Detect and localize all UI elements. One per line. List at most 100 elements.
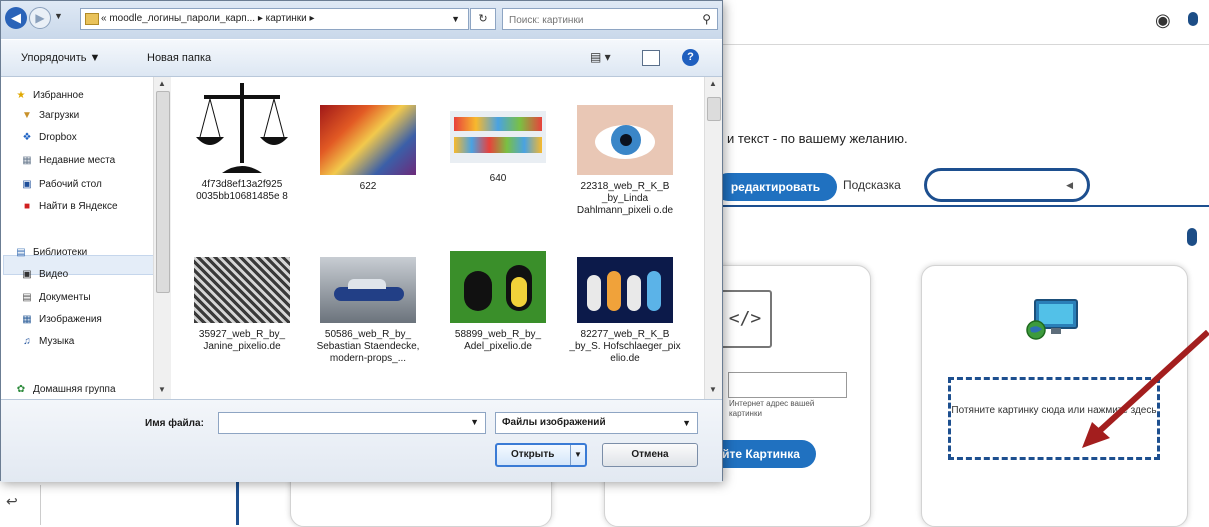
preview-pane-icon[interactable] [642, 50, 660, 66]
menu-indicator [1188, 12, 1198, 26]
address-dropdown-icon[interactable]: ▼ [451, 9, 460, 29]
nav-favorites[interactable]: ★ Избранное [15, 90, 84, 101]
hint-label: Подсказка [843, 178, 901, 192]
section-divider [720, 205, 1209, 207]
desktop-icon: ▣ [22, 179, 32, 190]
nav-item-dropbox[interactable]: ❖ Dropbox [21, 132, 77, 143]
file-item[interactable]: 22318_web_R_K_B _by_Linda Dahlmann_pixel… [566, 105, 684, 217]
camera-icon[interactable]: ◉ [1155, 10, 1171, 31]
filetype-value: Файлы изображений [502, 417, 606, 428]
file-open-dialog: ◀ ▶ ▼ « moodle_логины_пароли_карп... ▸ к… [0, 0, 723, 482]
file-item[interactable]: 4f73d8ef13a2f925 0035bb10681485e 8 [183, 79, 301, 203]
nav-item-downloads[interactable]: ▼ Загрузки [21, 110, 79, 121]
header-divider [720, 44, 1209, 45]
nav-libraries[interactable]: ▤ Библиотеки [15, 247, 87, 258]
file-name: 4f73d8ef13a2f925 0035bb10681485e 8 [196, 179, 288, 202]
downloads-icon: ▼ [22, 110, 32, 121]
file-item[interactable]: 622 [309, 105, 427, 193]
file-name: 622 [359, 181, 377, 192]
nav-label: Недавние места [39, 155, 116, 166]
open-button[interactable]: Открыть ▼ [495, 443, 587, 467]
file-list-scrollbar[interactable]: ▲ ▼ [704, 77, 722, 399]
open-options-icon[interactable]: ▼ [570, 445, 585, 465]
nav-item-documents[interactable]: ▤ Документы [21, 292, 90, 303]
edit-button[interactable]: редактировать [714, 173, 837, 201]
nav-label: Музыка [39, 336, 75, 347]
filename-label: Имя файла: [145, 418, 204, 429]
filename-dropdown-icon[interactable]: ▼ [470, 417, 479, 427]
nav-label: Домашняя группа [33, 384, 116, 395]
help-icon[interactable]: ? [682, 49, 699, 66]
nav-item-desktop[interactable]: ▣ Рабочий стол [21, 179, 102, 190]
file-name: 22318_web_R_K_B _by_Linda Dahlmann_pixel… [576, 181, 674, 216]
folder-icon [85, 13, 99, 25]
file-name: 35927_web_R_by_ Janine_pixelio.de [198, 329, 286, 352]
scroll-up-icon[interactable]: ▲ [158, 79, 166, 88]
nav-label: Избранное [33, 90, 84, 101]
search-input[interactable] [507, 11, 691, 29]
music-icon: ♫ [23, 336, 31, 347]
file-item[interactable]: 35927_web_R_by_ Janine_pixelio.de [183, 257, 301, 353]
nav-label: Dropbox [39, 132, 77, 143]
fence-thumbnail [194, 257, 290, 323]
scroll-up-icon[interactable]: ▲ [709, 79, 717, 88]
nav-item-music[interactable]: ♫ Музыка [21, 336, 74, 347]
yandex-icon: ■ [23, 201, 31, 212]
forward-arrow-icon[interactable]: ▶ [29, 7, 51, 29]
image-url-input[interactable] [728, 372, 847, 398]
file-item[interactable]: 50586_web_R_by_ Sebastian Staendecke, mo… [309, 257, 427, 365]
nav-item-video[interactable]: ▣ Видео [21, 269, 68, 280]
dropdown-arrow-icon: ◀ [1066, 180, 1073, 190]
file-list: 4f73d8ef13a2f925 0035bb10681485e 8 622 6… [171, 77, 703, 399]
address-bar[interactable]: « moodle_логины_пароли_карп... ▸ картинк… [80, 8, 469, 30]
left-panel-stub: ↩ [0, 485, 41, 525]
recent-places-icon: ▦ [22, 155, 32, 166]
address-bar-row: ◀ ▶ ▼ « moodle_логины_пароли_карп... ▸ к… [1, 1, 722, 39]
images-icon: ▦ [22, 314, 32, 325]
figures-thumbnail [577, 257, 673, 323]
dropbox-icon: ❖ [22, 132, 32, 143]
nav-item-images[interactable]: ▦ Изображения [21, 314, 102, 325]
left-accent-line [236, 480, 239, 525]
file-name: 82277_web_R_K_B _by_S. Hofschlaeger_pix … [569, 329, 681, 364]
eye-thumbnail [577, 105, 673, 175]
file-item[interactable]: 58899_web_R_by_ Adel_pixelio.de [439, 251, 557, 353]
view-options-icon[interactable]: ▤ ▾ [590, 50, 611, 64]
cancel-button[interactable]: Отмена [602, 443, 698, 467]
back-arrow-icon[interactable]: ◀ [5, 7, 27, 29]
organize-button[interactable]: Упорядочить ▼ [21, 52, 100, 64]
code-icon: </> [718, 290, 772, 348]
history-dropdown-icon[interactable]: ▼ [54, 11, 63, 21]
scroll-down-icon[interactable]: ▼ [709, 385, 717, 394]
return-icon: ↩ [6, 493, 18, 509]
nav-label: Видео [39, 269, 69, 280]
file-item[interactable]: 640 [439, 105, 557, 185]
nav-item-yandex[interactable]: ■ Найти в Яндексе [21, 201, 118, 212]
scroll-down-icon[interactable]: ▼ [158, 385, 166, 394]
nav-label: Рабочий стол [39, 179, 102, 190]
refresh-icon[interactable]: ↻ [470, 8, 496, 30]
dialog-footer: Имя файла: ▼ Файлы изображений ▼ Открыть… [1, 399, 722, 482]
nav-scroll-thumb[interactable] [156, 91, 170, 293]
filename-input[interactable]: ▼ [218, 412, 486, 434]
nav-scrollbar[interactable]: ▲ ▼ [153, 77, 171, 399]
intro-text: и текст - по вашему желанию. [727, 131, 908, 146]
hint-input[interactable]: ◀ [924, 168, 1090, 202]
nav-item-recent[interactable]: ▦ Недавние места [21, 155, 115, 166]
colorful-scene-thumbnail [320, 105, 416, 175]
new-folder-button[interactable]: Новая папка [147, 52, 211, 64]
file-item[interactable]: 82277_web_R_K_B _by_S. Hofschlaeger_pix … [566, 257, 684, 365]
penguins-thumbnail [450, 251, 546, 323]
navigation-pane: ★ Избранное ▼ Загрузки ❖ Dropbox ▦ Недавние … [1, 77, 171, 399]
search-icon[interactable]: ⚲ [702, 12, 711, 26]
monitor-globe-icon [1026, 299, 1078, 340]
pointer-arrow [1082, 330, 1209, 448]
side-indicator [1187, 228, 1197, 246]
nav-label: Загрузки [39, 110, 80, 121]
file-scroll-thumb[interactable] [707, 97, 721, 121]
filetype-select[interactable]: Файлы изображений ▼ [495, 412, 698, 434]
nav-label: Найти в Яндексе [39, 201, 118, 212]
search-box[interactable]: ⚲ [502, 8, 718, 30]
file-name: 640 [489, 173, 507, 184]
nav-homegroup[interactable]: ✿ Домашняя группа [15, 384, 116, 395]
